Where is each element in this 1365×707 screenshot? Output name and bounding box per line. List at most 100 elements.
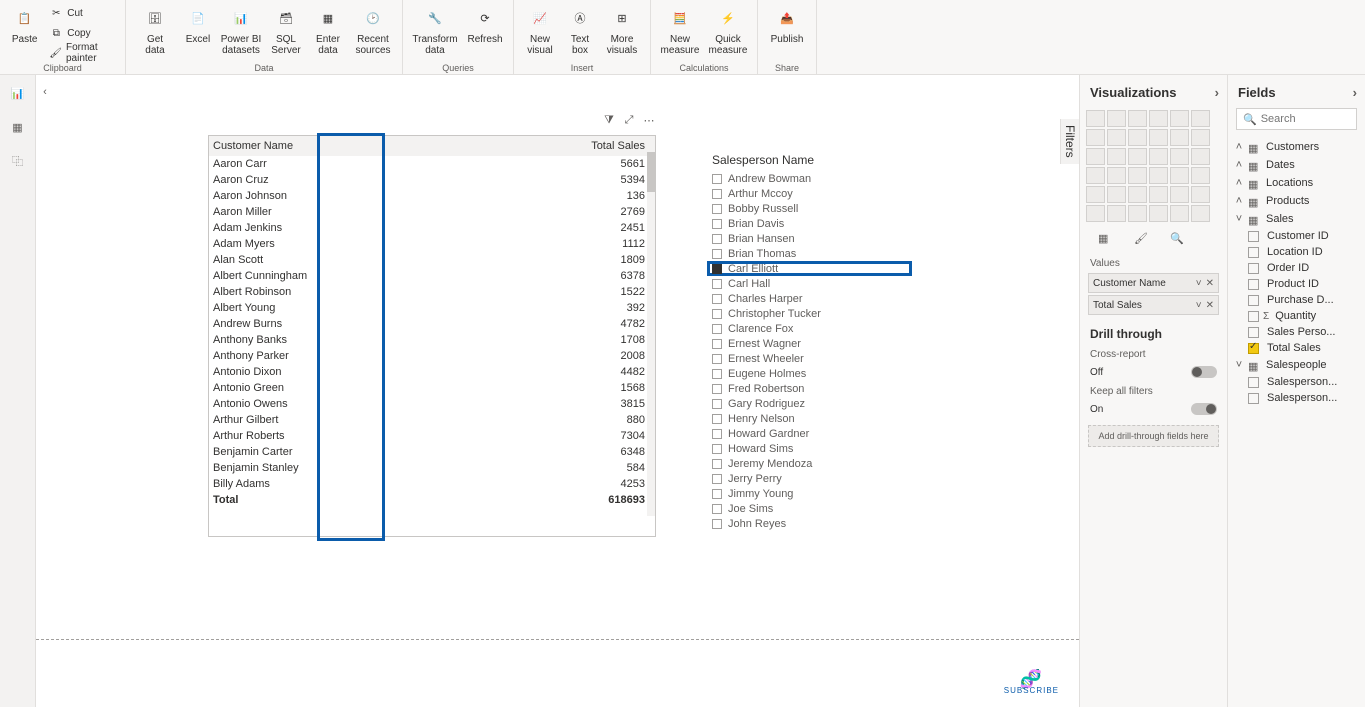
search-input[interactable] (1261, 113, 1351, 125)
field-item[interactable]: Salesperson... (1234, 390, 1359, 406)
slicer-item[interactable]: Joe Sims (712, 501, 912, 516)
format-painter-button[interactable]: 🖌Format painter (45, 44, 119, 62)
viz-type-button[interactable] (1086, 167, 1105, 184)
viz-type-button[interactable] (1170, 148, 1189, 165)
model-view-button[interactable]: ⿻ (8, 151, 28, 171)
slicer-item[interactable]: Ernest Wagner (712, 336, 912, 351)
publish-button[interactable]: 📤Publish (764, 2, 810, 64)
paste-button[interactable]: 📋 Paste (6, 2, 43, 64)
slicer-item[interactable]: Charles Harper (712, 291, 912, 306)
text-box-button[interactable]: ⒶText box (562, 2, 598, 64)
report-view-button[interactable]: 📊 (8, 83, 28, 103)
viz-type-button[interactable] (1170, 186, 1189, 203)
slicer-item[interactable]: Jerry Perry (712, 471, 912, 486)
fields-table-customers[interactable]: ˄▦Customers (1234, 138, 1359, 156)
slicer-item[interactable]: Carl Hall (712, 276, 912, 291)
field-item[interactable]: Purchase D... (1234, 292, 1359, 308)
table-row[interactable]: Anthony Banks1708 (209, 332, 655, 348)
analytics-tab-icon[interactable]: 🔍 (1170, 232, 1188, 250)
table-row[interactable]: Billy Adams4253 (209, 476, 655, 492)
table-row[interactable]: Aaron Carr5661 (209, 156, 655, 172)
table-visual[interactable]: ⧩ ⤢ ⋯ Customer Name Total Sales Aaron Ca… (208, 135, 656, 537)
viz-type-button[interactable] (1191, 110, 1210, 127)
chevron-down-icon[interactable]: ˅ (1196, 300, 1202, 311)
table-row[interactable]: Aaron Miller2769 (209, 204, 655, 220)
transform-data-button[interactable]: 🔧Transform data (409, 2, 461, 64)
cross-report-toggle[interactable] (1191, 366, 1217, 378)
viz-type-button[interactable] (1149, 205, 1168, 222)
fields-search[interactable]: 🔍 (1236, 108, 1357, 130)
viz-type-button[interactable] (1191, 148, 1210, 165)
cut-button[interactable]: ✂Cut (45, 4, 119, 22)
slicer-item[interactable]: Andrew Bowman (712, 171, 912, 186)
viz-type-button[interactable] (1191, 186, 1210, 203)
filters-collapsed-tab[interactable]: Filters (1060, 119, 1079, 164)
filter-icon[interactable]: ⧩ (601, 112, 617, 128)
slicer-item[interactable]: Ernest Wheeler (712, 351, 912, 366)
more-options-icon[interactable]: ⋯ (641, 112, 657, 128)
expand-fields-icon[interactable]: › (1353, 85, 1357, 100)
pbi-datasets-button[interactable]: 📊Power BI datasets (218, 2, 264, 64)
viz-type-button[interactable] (1128, 186, 1147, 203)
field-item[interactable]: Sales Perso... (1234, 324, 1359, 340)
fields-table-locations[interactable]: ˄▦Locations (1234, 174, 1359, 192)
table-row[interactable]: Benjamin Stanley584 (209, 460, 655, 476)
chevron-down-icon[interactable]: ˅ (1196, 278, 1202, 289)
table-row[interactable]: Arthur Gilbert880 (209, 412, 655, 428)
fields-table-products[interactable]: ˄▦Products (1234, 192, 1359, 210)
table-row[interactable]: Andrew Burns4782 (209, 316, 655, 332)
column-header-name[interactable]: Customer Name (209, 136, 479, 156)
remove-icon[interactable]: ✕ (1206, 300, 1214, 311)
table-row[interactable]: Arthur Roberts7304 (209, 428, 655, 444)
table-row[interactable]: Aaron Johnson136 (209, 188, 655, 204)
table-row[interactable]: Antonio Dixon4482 (209, 364, 655, 380)
excel-button[interactable]: 📄Excel (180, 2, 216, 64)
slicer-item[interactable]: Howard Gardner (712, 426, 912, 441)
quick-measure-button[interactable]: ⚡Quick measure (705, 2, 751, 64)
table-row[interactable]: Adam Jenkins2451 (209, 220, 655, 236)
sql-server-button[interactable]: 🗃SQL Server (266, 2, 306, 64)
value-well-customer[interactable]: Customer Name ˅✕ (1088, 273, 1219, 293)
viz-type-button[interactable] (1107, 186, 1126, 203)
field-item[interactable]: Location ID (1234, 244, 1359, 260)
viz-type-button[interactable] (1128, 205, 1147, 222)
table-row[interactable]: Adam Myers1112 (209, 236, 655, 252)
table-row[interactable]: Alan Scott1809 (209, 252, 655, 268)
table-row[interactable]: Albert Robinson1522 (209, 284, 655, 300)
viz-type-button[interactable] (1107, 167, 1126, 184)
focus-icon[interactable]: ⤢ (621, 112, 637, 128)
slicer-item[interactable]: Brian Thomas (712, 246, 912, 261)
viz-type-button[interactable] (1086, 110, 1105, 127)
viz-type-button[interactable] (1149, 129, 1168, 146)
field-item[interactable]: Product ID (1234, 276, 1359, 292)
more-visuals-button[interactable]: ⊞More visuals (600, 2, 644, 64)
table-row[interactable]: Benjamin Carter6348 (209, 444, 655, 460)
viz-type-button[interactable] (1191, 167, 1210, 184)
viz-type-button[interactable] (1170, 129, 1189, 146)
viz-type-button[interactable] (1128, 167, 1147, 184)
fields-table-sales[interactable]: ˅▦Sales (1234, 210, 1359, 228)
slicer-item[interactable]: John Reyes (712, 516, 912, 531)
viz-type-button[interactable] (1086, 129, 1105, 146)
format-tab-icon[interactable]: 🖌 (1134, 232, 1152, 250)
drill-through-dropzone[interactable]: Add drill-through fields here (1088, 425, 1219, 447)
data-view-button[interactable]: ▦ (8, 117, 28, 137)
field-item[interactable]: Total Sales (1234, 340, 1359, 356)
viz-type-button[interactable] (1107, 129, 1126, 146)
slicer-item[interactable]: Christopher Tucker (712, 306, 912, 321)
keep-filters-toggle[interactable] (1191, 403, 1217, 415)
fields-tab-icon[interactable]: ▦ (1098, 232, 1116, 250)
table-row[interactable]: Antonio Owens3815 (209, 396, 655, 412)
viz-type-button[interactable] (1149, 186, 1168, 203)
field-item[interactable]: Order ID (1234, 260, 1359, 276)
viz-type-button[interactable] (1107, 205, 1126, 222)
fields-table-dates[interactable]: ˄▦Dates (1234, 156, 1359, 174)
viz-type-button[interactable] (1107, 148, 1126, 165)
value-well-totalsales[interactable]: Total Sales ˅✕ (1088, 295, 1219, 315)
viz-type-button[interactable] (1170, 167, 1189, 184)
slicer-item[interactable]: Brian Davis (712, 216, 912, 231)
viz-type-button[interactable] (1086, 186, 1105, 203)
viz-type-button[interactable] (1086, 205, 1105, 222)
fields-table-salespeople[interactable]: ˅▦Salespeople (1234, 356, 1359, 374)
field-item[interactable]: Salesperson... (1234, 374, 1359, 390)
